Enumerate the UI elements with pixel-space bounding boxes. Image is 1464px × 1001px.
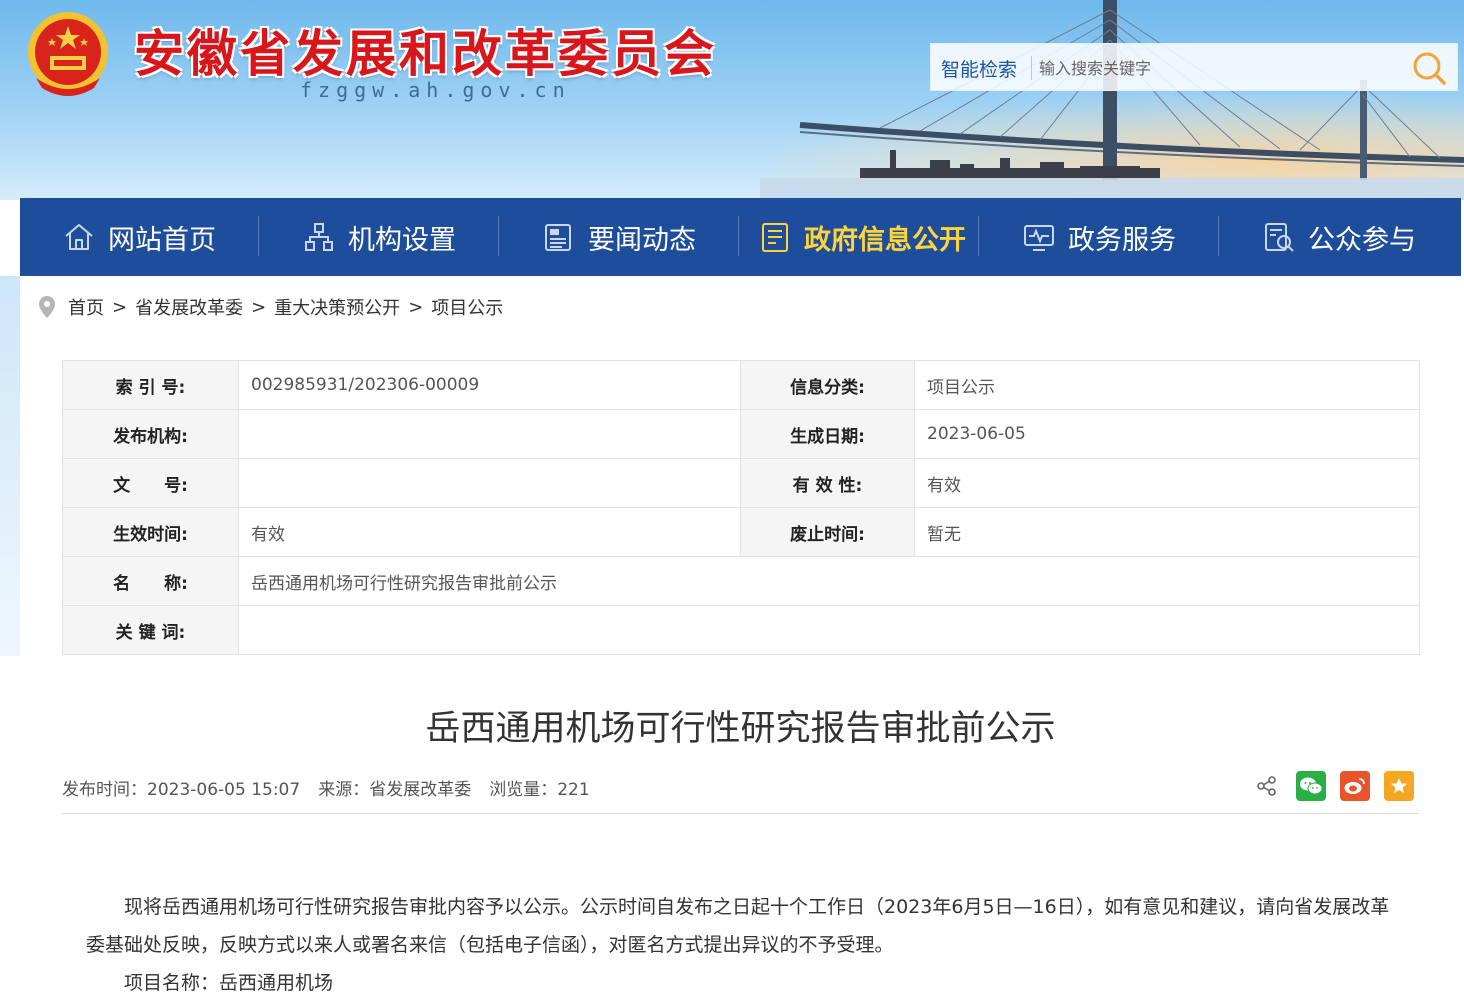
validity-label: 有 效 性: bbox=[740, 458, 915, 508]
keywords-value bbox=[238, 605, 1420, 655]
nav-item-organization[interactable]: 机构设置 bbox=[302, 198, 542, 276]
table-row: 生效时间: 有效 废止时间: 暂无 bbox=[62, 507, 1420, 557]
breadcrumb-commission[interactable]: 省发展改革委 bbox=[135, 294, 243, 320]
search-divider bbox=[1031, 56, 1032, 80]
share-weibo-button[interactable] bbox=[1340, 771, 1370, 801]
share-bar bbox=[1256, 771, 1414, 801]
share-icon[interactable] bbox=[1256, 775, 1278, 797]
breadcrumb: 首页 > 省发展改革委 > 重大决策预公开 > 项目公示 bbox=[38, 292, 503, 322]
name-label: 名 称: bbox=[62, 556, 239, 606]
created-date-value: 2023-06-05 bbox=[914, 409, 1420, 459]
national-emblem-logo bbox=[28, 12, 108, 96]
nav-item-news[interactable]: 要闻动态 bbox=[542, 198, 782, 276]
public-participation-icon bbox=[1265, 223, 1294, 252]
validity-value: 有效 bbox=[914, 458, 1420, 508]
weibo-icon bbox=[1344, 778, 1365, 794]
article-paragraph: 现将岳西通用机场可行性研究报告审批内容予以公示。公示时间自发布之日起十个工作日（… bbox=[86, 896, 1390, 956]
nav-item-public[interactable]: 公众参与 bbox=[1262, 198, 1464, 276]
document-info-table: 索 引 号: 002985931/202306-00009 信息分类: 项目公示… bbox=[62, 360, 1420, 655]
keywords-label: 关 键 词: bbox=[62, 605, 239, 655]
category-label: 信息分类: bbox=[740, 360, 915, 410]
site-domain: fzggw.ah.gov.cn bbox=[300, 78, 571, 102]
nav-item-services[interactable]: 政务服务 bbox=[1022, 198, 1262, 276]
nav-item-gov-info[interactable]: 政府信息公开 bbox=[758, 198, 998, 276]
favorite-button[interactable] bbox=[1384, 771, 1414, 801]
nav-divider bbox=[978, 216, 979, 256]
nav-label-organization: 机构设置 bbox=[348, 224, 456, 256]
category-value: 项目公示 bbox=[914, 360, 1420, 410]
nav-label-public: 公众参与 bbox=[1308, 224, 1416, 256]
article-meta: 发布时间：2023-06-05 15:07 来源：省发展改革委 浏览量：221 bbox=[62, 775, 608, 800]
created-date-label: 生成日期: bbox=[740, 409, 915, 459]
org-chart-icon bbox=[305, 223, 333, 251]
abolish-time-value: 暂无 bbox=[914, 507, 1420, 557]
table-row: 文 号: 有 效 性: 有效 bbox=[62, 458, 1420, 508]
abolish-time-label: 废止时间: bbox=[740, 507, 915, 557]
breadcrumb-separator: > bbox=[251, 296, 267, 318]
nav-label-home: 网站首页 bbox=[108, 224, 216, 256]
publisher-value bbox=[238, 409, 741, 459]
nav-divider bbox=[498, 216, 499, 256]
doc-no-label: 文 号: bbox=[62, 458, 239, 508]
search-input[interactable] bbox=[1039, 52, 1399, 84]
news-icon bbox=[545, 224, 571, 251]
publish-time: 发布时间：2023-06-05 15:07 bbox=[62, 780, 301, 800]
location-pin-icon bbox=[39, 296, 55, 318]
article-source: 来源：省发展改革委 bbox=[318, 780, 472, 800]
project-name-line: 项目名称：岳西通用机场 bbox=[124, 972, 334, 994]
index-no-value: 002985931/202306-00009 bbox=[238, 360, 741, 410]
table-row: 名 称: 岳西通用机场可行性研究报告审批前公示 bbox=[62, 556, 1420, 606]
nav-divider bbox=[738, 216, 739, 256]
nav-label-gov-info: 政府信息公开 bbox=[804, 224, 966, 256]
wechat-icon bbox=[1300, 777, 1323, 795]
publisher-label: 发布机构: bbox=[62, 409, 239, 459]
page-side-shadow bbox=[0, 276, 20, 656]
breadcrumb-major-decisions[interactable]: 重大决策预公开 bbox=[274, 294, 400, 320]
share-wechat-button[interactable] bbox=[1296, 771, 1326, 801]
nav-item-home[interactable]: 网站首页 bbox=[62, 198, 302, 276]
bridge-illustration bbox=[760, 0, 1464, 200]
effective-time-label: 生效时间: bbox=[62, 507, 239, 557]
site-title: 安徽省发展和改革委员会 bbox=[134, 24, 717, 83]
nav-divider bbox=[1218, 216, 1219, 256]
breadcrumb-separator: > bbox=[112, 296, 128, 318]
index-no-label: 索 引 号: bbox=[62, 360, 239, 410]
view-count: 浏览量：221 bbox=[489, 780, 590, 800]
table-row: 索 引 号: 002985931/202306-00009 信息分类: 项目公示 bbox=[62, 360, 1420, 410]
document-icon bbox=[762, 223, 788, 252]
smart-search-label[interactable]: 智能检索 bbox=[941, 55, 1017, 82]
breadcrumb-project-notice[interactable]: 项目公示 bbox=[431, 294, 503, 320]
main-nav: 网站首页 机构设置 要闻动态 政府信息公开 政务服务 公众参与 bbox=[20, 198, 1461, 276]
search-box: 智能检索 bbox=[930, 43, 1458, 91]
service-monitor-icon bbox=[1024, 225, 1054, 251]
table-row: 关 键 词: bbox=[62, 605, 1420, 655]
search-icon bbox=[1413, 52, 1446, 85]
nav-divider bbox=[258, 216, 259, 256]
nav-label-news: 要闻动态 bbox=[588, 224, 696, 256]
search-button[interactable] bbox=[1409, 50, 1449, 86]
nav-label-services: 政务服务 bbox=[1068, 224, 1176, 256]
effective-time-value: 有效 bbox=[238, 507, 741, 557]
home-icon bbox=[65, 224, 93, 250]
breadcrumb-home[interactable]: 首页 bbox=[68, 294, 104, 320]
article-divider bbox=[62, 813, 1419, 814]
favorite-star-icon bbox=[1391, 778, 1407, 793]
doc-no-value bbox=[238, 458, 741, 508]
header-banner: 安徽省发展和改革委员会 fzggw.ah.gov.cn 智能检索 bbox=[0, 0, 1464, 200]
article-title: 岳西通用机场可行性研究报告审批前公示 bbox=[425, 709, 1056, 749]
table-row: 发布机构: 生成日期: 2023-06-05 bbox=[62, 409, 1420, 459]
breadcrumb-separator: > bbox=[408, 296, 424, 318]
name-value: 岳西通用机场可行性研究报告审批前公示 bbox=[238, 556, 1420, 606]
